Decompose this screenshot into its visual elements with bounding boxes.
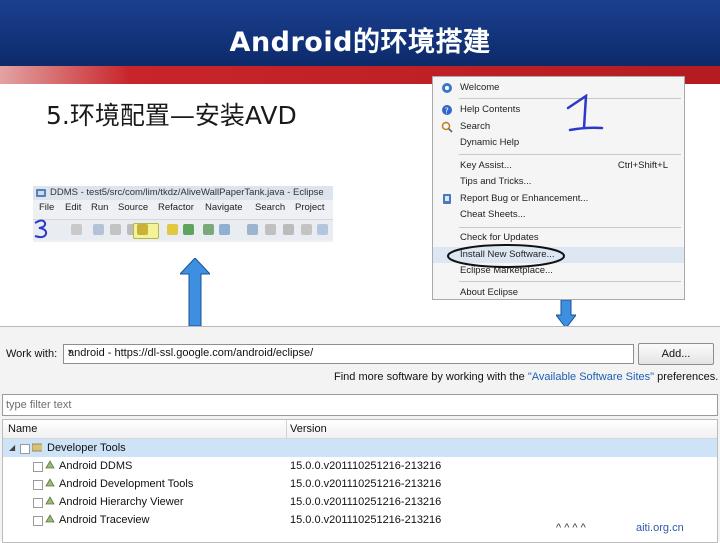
- title-banner: Android的环境搭建: [0, 0, 720, 66]
- eclipse-menubar: File Edit Run Source Refactor Navigate S…: [33, 202, 333, 216]
- plugin-icon: [45, 460, 55, 469]
- menu-source[interactable]: Source: [118, 202, 148, 213]
- avd-manager-icon[interactable]: [167, 224, 178, 235]
- install-software-dialog: Work with: android - https://dl-ssl.goog…: [0, 326, 720, 543]
- menu-separator: [459, 281, 681, 282]
- tree-row[interactable]: Android Hierarchy Viewer 15.0.0.v2011102…: [3, 493, 717, 511]
- footer-url: aiti.org.cn: [636, 522, 684, 534]
- menu-item-tips-and-tricks[interactable]: Tips and Tricks...: [433, 174, 684, 190]
- menu-separator: [459, 227, 681, 228]
- tree-header: Name Version: [3, 420, 717, 439]
- filter-input[interactable]: type filter text: [2, 394, 718, 416]
- menu-item-welcome[interactable]: Welcome: [433, 80, 684, 96]
- slide-title: Android的环境搭建: [229, 27, 491, 58]
- row-checkbox[interactable]: [33, 498, 43, 508]
- column-version[interactable]: Version: [290, 423, 327, 435]
- menu-item-about-eclipse[interactable]: About Eclipse: [433, 285, 684, 301]
- plugin-icon: [45, 514, 55, 523]
- eclipse-toolbar: [33, 219, 333, 240]
- find-more-software-text: Find more software by working with the "…: [334, 371, 719, 383]
- menu-separator: [459, 154, 681, 155]
- handwritten-step-3: 3: [32, 218, 50, 244]
- row-checkbox[interactable]: [33, 462, 43, 472]
- bug-report-icon: [443, 194, 451, 204]
- highlight-circle: [447, 244, 565, 268]
- help-icon: ?: [442, 105, 452, 116]
- arrow-down-icon: [556, 300, 576, 328]
- column-divider[interactable]: [286, 420, 287, 438]
- android-sdk-manager-icon[interactable]: [137, 224, 148, 235]
- menu-item-key-assist[interactable]: Key Assist... Ctrl+Shift+L: [433, 158, 684, 174]
- external-tools-icon[interactable]: [283, 224, 294, 235]
- menu-refactor[interactable]: Refactor: [158, 202, 194, 213]
- tree-group-row[interactable]: ◢ Developer Tools: [3, 439, 717, 457]
- key-assist-shortcut: Ctrl+Shift+L: [617, 160, 668, 171]
- eclipse-window-screenshot: DDMS - test5/src/com/lim/tkdz/AliveWallP…: [33, 186, 333, 242]
- menu-run[interactable]: Run: [91, 202, 108, 213]
- menu-item-help-contents[interactable]: ? Help Contents: [433, 102, 684, 118]
- new-icon[interactable]: [71, 224, 82, 235]
- menu-search[interactable]: Search: [255, 202, 285, 213]
- plugin-icon: [45, 496, 55, 505]
- tree-row[interactable]: Android DDMS 15.0.0.v201110251216-213216: [3, 457, 717, 475]
- available-sites-link[interactable]: "Available Software Sites": [528, 371, 654, 383]
- menu-item-report-bug[interactable]: Report Bug or Enhancement...: [433, 191, 684, 207]
- search-icon: [441, 121, 453, 133]
- menu-item-dynamic-help[interactable]: Dynamic Help: [433, 135, 684, 151]
- software-group-icon: [32, 443, 42, 452]
- eclipse-title-text: DDMS - test5/src/com/lim/tkdz/AliveWallP…: [50, 187, 324, 198]
- expand-arrow-icon[interactable]: ◢: [9, 443, 15, 452]
- svg-text:?: ?: [445, 107, 449, 116]
- slide-subtitle: 5.环境配置—安装AVD: [46, 101, 297, 130]
- menu-project[interactable]: Project: [295, 202, 325, 213]
- menu-navigate[interactable]: Navigate: [205, 202, 243, 213]
- lint-icon[interactable]: [183, 224, 194, 235]
- footer-logo: ^ ^ ^ ^: [556, 522, 586, 534]
- menu-file[interactable]: File: [39, 202, 54, 213]
- tree-row[interactable]: Android Traceview 15.0.0.v201110251216-2…: [3, 511, 717, 529]
- new-test-icon[interactable]: [219, 224, 230, 235]
- welcome-icon: [442, 83, 452, 93]
- add-site-button[interactable]: Add...: [638, 343, 714, 365]
- tree-row[interactable]: Android Development Tools 15.0.0.v201110…: [3, 475, 717, 493]
- search-toolbar-icon[interactable]: [317, 224, 328, 235]
- save-all-icon[interactable]: [110, 224, 121, 235]
- ddms-icon: [36, 189, 46, 197]
- plugin-icon: [45, 478, 55, 487]
- work-with-combo[interactable]: android - https://dl-ssl.google.com/andr…: [63, 344, 634, 364]
- row-checkbox[interactable]: [33, 480, 43, 490]
- menu-item-search[interactable]: Search: [433, 119, 684, 135]
- eclipse-title-bar: DDMS - test5/src/com/lim/tkdz/AliveWallP…: [33, 186, 333, 200]
- work-with-label: Work with:: [6, 348, 58, 360]
- run-icon[interactable]: [265, 224, 276, 235]
- menu-item-cheat-sheets[interactable]: Cheat Sheets...: [433, 207, 684, 223]
- new-project-icon[interactable]: [203, 224, 214, 235]
- column-name[interactable]: Name: [8, 423, 37, 435]
- handwritten-step-1: 1: [566, 93, 606, 138]
- debug-icon[interactable]: [247, 224, 258, 235]
- row-checkbox[interactable]: [33, 516, 43, 526]
- dropdown-arrow-icon[interactable]: ▾: [68, 347, 629, 356]
- software-tree: Name Version ◢ Developer Tools Android D…: [2, 419, 718, 543]
- save-icon[interactable]: [93, 224, 104, 235]
- open-type-icon[interactable]: [301, 224, 312, 235]
- arrow-up-icon: [180, 258, 210, 326]
- group-checkbox[interactable]: [20, 444, 30, 454]
- menu-edit[interactable]: Edit: [65, 202, 81, 213]
